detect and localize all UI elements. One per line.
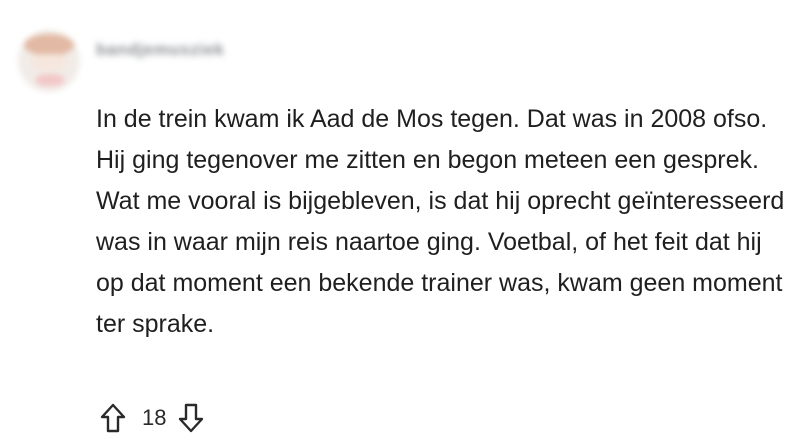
arrow-up-outline-icon xyxy=(100,403,126,433)
comment-body: In de trein kwam ik Aad de Mos tegen. Da… xyxy=(96,105,785,338)
upvote-button[interactable] xyxy=(96,400,130,436)
vote-score: 18 xyxy=(142,405,167,430)
username[interactable]: bandjemusziek xyxy=(96,40,224,60)
vote-bar: 18 xyxy=(96,398,208,438)
arrow-down-outline-icon xyxy=(179,403,204,433)
downvote-button[interactable] xyxy=(174,400,208,436)
avatar[interactable] xyxy=(18,30,80,92)
